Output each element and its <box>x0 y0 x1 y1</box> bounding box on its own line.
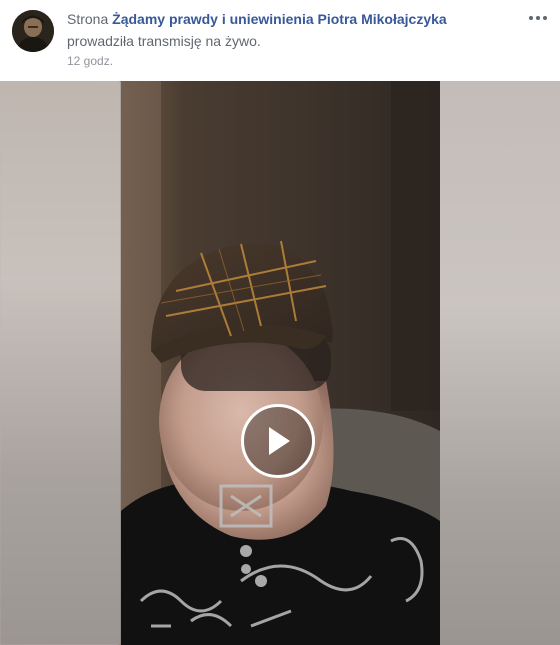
post-action-text: prowadziła transmisję na żywo. <box>67 33 261 49</box>
play-button[interactable] <box>241 404 315 478</box>
video-player[interactable] <box>0 81 560 645</box>
video-blur-right <box>440 81 560 645</box>
page-avatar[interactable] <box>12 10 54 52</box>
page-name-link[interactable]: Żądamy prawdy i uniewinienia Piotra Miko… <box>112 11 447 27</box>
video-frame <box>121 81 440 645</box>
more-options-icon <box>529 16 533 20</box>
avatar-image <box>12 10 54 52</box>
live-video-post: Strona Żądamy prawdy i uniewinienia Piot… <box>0 0 560 645</box>
post-timestamp[interactable]: 12 godz. <box>67 54 113 68</box>
play-icon <box>269 427 290 455</box>
more-options-button[interactable] <box>526 10 550 26</box>
post-title: Strona Żądamy prawdy i uniewinienia Piot… <box>67 11 447 27</box>
more-options-icon-dot <box>536 16 540 20</box>
more-options-icon-dot <box>543 16 547 20</box>
post-header: Strona Żądamy prawdy i uniewinienia Piot… <box>0 0 560 81</box>
page-prefix: Strona <box>67 11 109 27</box>
video-thumbnail <box>121 81 440 645</box>
video-blur-left <box>0 81 121 645</box>
